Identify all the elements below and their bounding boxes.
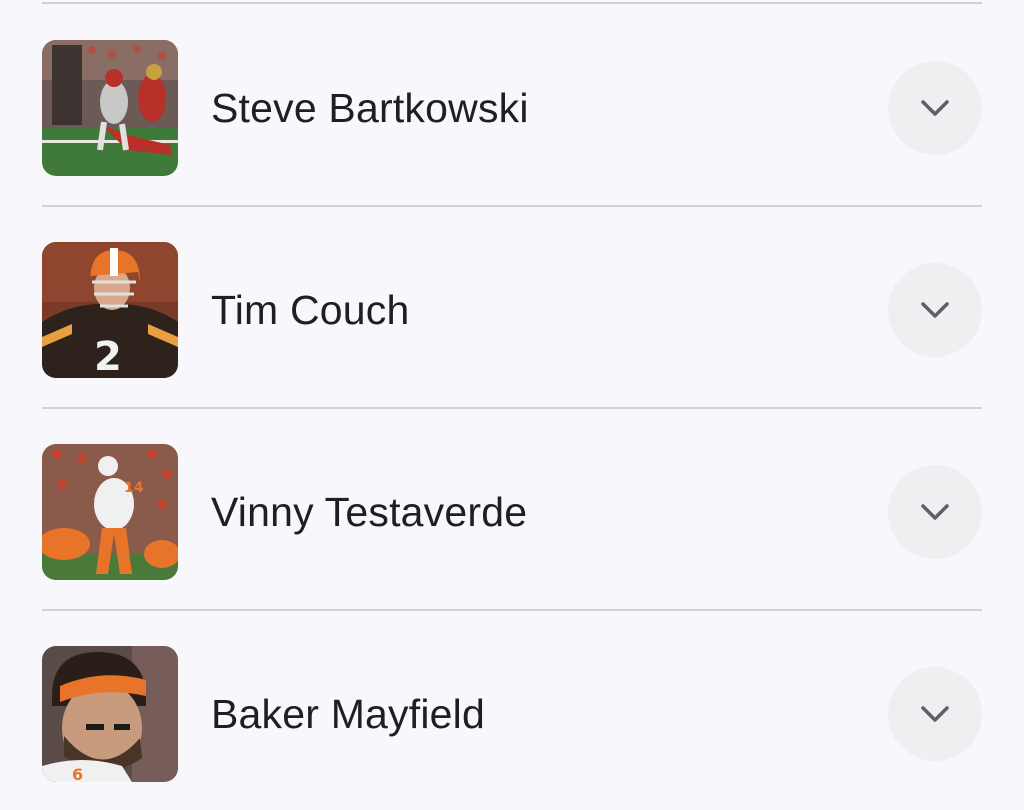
- player-name: Tim Couch: [211, 287, 410, 333]
- svg-text:6: 6: [72, 765, 83, 782]
- list-item-steve-bartkowski[interactable]: Steve Bartkowski: [0, 4, 1024, 204]
- player-photo: 6: [42, 646, 178, 782]
- list-item-baker-mayfield[interactable]: 6 Baker Mayfield: [0, 610, 1024, 810]
- player-photo: 2: [42, 242, 178, 378]
- player-photo: 14: [42, 444, 178, 580]
- chevron-down-icon: [921, 100, 949, 116]
- chevron-down-icon: [921, 302, 949, 318]
- player-name: Baker Mayfield: [211, 691, 485, 737]
- list-item-vinny-testaverde[interactable]: 14 Vinny Testaverde: [0, 408, 1024, 608]
- expand-button[interactable]: [888, 263, 982, 357]
- player-photo: [42, 40, 178, 176]
- expand-button[interactable]: [888, 61, 982, 155]
- expand-button[interactable]: [888, 465, 982, 559]
- chevron-down-icon: [921, 504, 949, 520]
- player-list: Steve Bartkowski 2 Tim Couch 14 Vinny Te…: [0, 0, 1024, 800]
- chevron-down-icon: [921, 706, 949, 722]
- svg-text:2: 2: [94, 334, 122, 378]
- expand-button[interactable]: [888, 667, 982, 761]
- svg-text:14: 14: [124, 480, 144, 496]
- player-name: Steve Bartkowski: [211, 85, 529, 131]
- player-name: Vinny Testaverde: [211, 489, 528, 535]
- list-item-tim-couch[interactable]: 2 Tim Couch: [0, 206, 1024, 406]
